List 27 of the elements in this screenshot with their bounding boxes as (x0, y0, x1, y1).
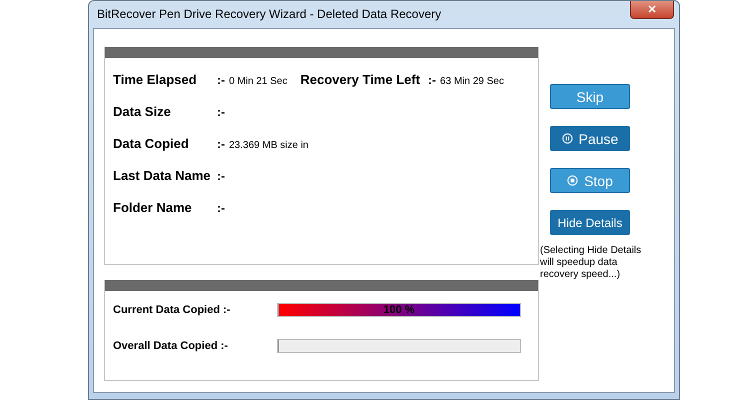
field-separator: :- (428, 73, 436, 87)
stop-button[interactable]: Stop (550, 168, 630, 193)
progress-label: Overall Data Copied :- (113, 340, 229, 352)
progress-percent: 100 % (382, 304, 416, 316)
window-title: BitRecover Pen Drive Recovery Wizard - Deleted Data Recovery (97, 7, 442, 21)
field-label: Folder Name (113, 200, 193, 215)
field-label: Time Elapsed (113, 72, 198, 87)
field-separator: :- (217, 105, 225, 119)
field-separator: :- (217, 201, 225, 215)
field-separator: :- (217, 137, 225, 151)
pause-button[interactable]: Pause (550, 126, 630, 151)
field-label: Recovery Time Left (300, 72, 420, 87)
pause-icon (562, 133, 573, 144)
stop-icon (567, 175, 578, 186)
field-label: Last Data Name (113, 168, 212, 183)
field-value: 0 Min 21 Sec (229, 76, 288, 87)
field-label: Data Size (113, 104, 172, 119)
hint-text: (Selecting Hide Details will speedup data recovery speed...) (540, 245, 642, 281)
action-button[interactable]: Hide Details (550, 210, 630, 235)
field-value: 63 Min 29 Sec (440, 76, 504, 87)
field-label: Data Copied (113, 136, 190, 151)
field-separator: :- (217, 73, 225, 87)
close-button[interactable]: ✕ (630, 1, 674, 19)
field-separator: :- (217, 169, 225, 183)
progress-label: Current Data Copied :- (113, 304, 232, 316)
field-value: 23.369 MB size in (229, 140, 308, 151)
action-button[interactable]: Skip (550, 84, 630, 109)
